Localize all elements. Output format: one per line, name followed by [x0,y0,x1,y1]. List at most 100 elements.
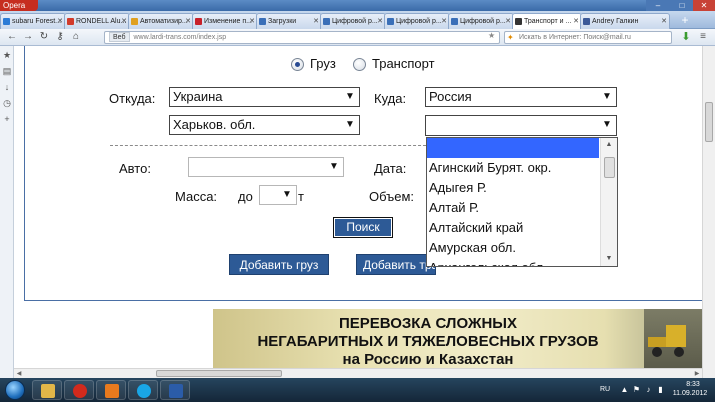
search-input[interactable]: ✦ Искать в Интернет: Поиск@mail.ru [504,31,672,44]
taskbar-opera[interactable] [64,380,94,400]
start-button[interactable] [2,378,28,402]
tab-transport[interactable]: Транспорт и ... ✕ [512,13,582,29]
tab-subaru[interactable]: subaru Forest... ✕ [0,13,66,29]
home-icon[interactable]: ⌂ [70,31,82,43]
truck-wheel [652,347,662,357]
to-country-select[interactable]: Россия ▼ [425,87,617,107]
tab-tsifrovoy-3[interactable]: Цифровой р... ✕ [448,13,514,29]
taskbar-word[interactable] [160,380,190,400]
url-input[interactable]: Веб www.lardi-trans.com/index.jsp [104,31,500,44]
tab-downloads[interactable]: Загрузки ✕ [256,13,322,29]
tab-tsifrovoy-2[interactable]: Цифровой р... ✕ [384,13,450,29]
radio-transport[interactable] [353,58,366,71]
mass-select[interactable]: ▼ [259,185,297,205]
menu-icon[interactable]: ≡ [697,31,709,43]
tab-label: Andrey Галкин [592,18,639,25]
tab-close-icon[interactable]: ✕ [185,14,191,29]
from-country-select[interactable]: Украина ▼ [169,87,360,107]
tab-rondell[interactable]: RONDELL Alu... ✕ [64,13,130,29]
new-tab-icon[interactable]: + [678,14,692,27]
skype-icon [137,384,151,398]
tab-izmenenie[interactable]: Изменение п... ✕ [192,13,258,29]
tab-close-icon[interactable]: ✕ [249,14,255,29]
bookmark-star-icon[interactable]: ★ [488,31,495,41]
tab-tsifrovoy-1[interactable]: Цифровой р... ✕ [320,13,386,29]
dropdown-scrollbar[interactable]: ▲ ▼ [600,138,617,266]
dropdown-option[interactable]: Алтай Р. [427,198,599,218]
dropdown-option[interactable]: Амурская обл. [427,238,599,258]
forward-icon[interactable]: → [22,31,34,43]
close-window-button[interactable]: ✕ [693,0,715,11]
dropdown-scroll-thumb[interactable] [604,157,615,178]
minimize-button[interactable]: – [646,0,670,11]
tab-close-icon[interactable]: ✕ [121,14,127,29]
mass-label: Масса: [175,189,218,204]
auto-select[interactable]: ▼ [188,157,344,177]
search-engine-icon[interactable]: ✦ [507,32,514,43]
download-icon[interactable]: ⬇ [680,31,692,43]
chevron-down-icon: ▼ [282,189,292,200]
key-icon[interactable]: ⚷ [54,31,66,43]
clock-date[interactable]: 11.09.2012 [670,390,710,397]
history-icon[interactable]: ◷ [2,98,12,108]
add-transport-button[interactable]: Добавить транспорт [356,254,436,275]
vertical-scroll-thumb[interactable] [705,102,713,142]
tab-close-icon[interactable]: ✕ [313,14,319,29]
opera-menu-button[interactable]: Opera [0,0,38,11]
taskbar-skype[interactable] [128,380,158,400]
from-region-value: Харьков. обл. [173,117,256,132]
dropdown-option[interactable]: Адыгея Р. [427,178,599,198]
tab-close-icon[interactable]: ✕ [441,14,447,29]
advert-banner[interactable]: ПЕРЕВОЗКА СЛОЖНЫХ НЕГАБАРИТНЫХ И ТЯЖЕЛОВ… [213,309,702,368]
search-button[interactable]: Поиск [333,217,393,238]
tab-close-icon[interactable]: ✕ [377,14,383,29]
back-icon[interactable]: ← [6,31,18,43]
reload-icon[interactable]: ↻ [38,31,50,43]
tab-favicon [515,18,522,25]
vertical-scrollbar[interactable] [702,46,715,378]
tab-favicon [67,18,74,25]
tab-close-icon[interactable]: ✕ [661,14,667,29]
add-panel-icon[interactable]: + [2,114,12,124]
notes-icon[interactable]: ▤ [2,66,12,76]
volume-icon[interactable]: ♪ [644,385,653,394]
maximize-button[interactable]: □ [670,0,694,11]
divider [110,145,426,146]
taskbar-explorer[interactable] [32,380,62,400]
region-dropdown-list[interactable]: Агинский Бурят. окр. Адыгея Р. Алтай Р. … [426,137,618,267]
from-region-select[interactable]: Харьков. обл. ▼ [169,115,360,135]
dropdown-option[interactable]: Архангельская обл. [427,258,599,266]
tab-avtomatizir[interactable]: Автоматизир... ✕ [128,13,194,29]
auto-label: Авто: [119,161,151,176]
dropdown-option[interactable]: Алтайский край [427,218,599,238]
network-icon[interactable]: ▮ [656,385,665,394]
tray-expand-icon[interactable]: ▲ [620,385,629,394]
add-cargo-button[interactable]: Добавить груз [229,254,329,275]
dropdown-option[interactable] [427,138,599,158]
tab-label: Цифровой р... [396,18,442,25]
language-indicator[interactable]: RU [600,386,610,393]
tab-close-icon[interactable]: ✕ [505,14,511,29]
bookmarks-icon[interactable]: ★ [2,50,12,60]
horizontal-scrollbar[interactable]: ◀ ▶ [14,368,702,378]
tab-favicon [387,18,394,25]
clock-time[interactable]: 8:33 [678,381,708,388]
taskbar-media[interactable] [96,380,126,400]
tab-andrey[interactable]: Andrey Галкин ✕ [580,13,670,29]
radio-cargo[interactable] [291,58,304,71]
tab-label: Транспорт и ... [524,18,572,25]
scroll-up-icon[interactable]: ▲ [601,138,617,152]
tab-label: Автоматизир... [140,18,188,25]
flag-icon[interactable]: ⚑ [632,385,641,394]
downloads-panel-icon[interactable]: ↓ [2,82,12,92]
opera-icon [73,384,87,398]
tab-close-icon[interactable]: ✕ [57,14,63,29]
scroll-down-icon[interactable]: ▼ [601,252,617,266]
horizontal-scroll-thumb[interactable] [156,370,282,377]
to-region-select[interactable]: ▼ [425,115,617,136]
dropdown-option[interactable]: Агинский Бурят. окр. [427,158,599,178]
chevron-down-icon: ▼ [602,91,612,102]
tab-favicon [259,18,266,25]
tab-close-icon[interactable]: ✕ [573,14,579,29]
chevron-down-icon: ▼ [602,119,612,130]
